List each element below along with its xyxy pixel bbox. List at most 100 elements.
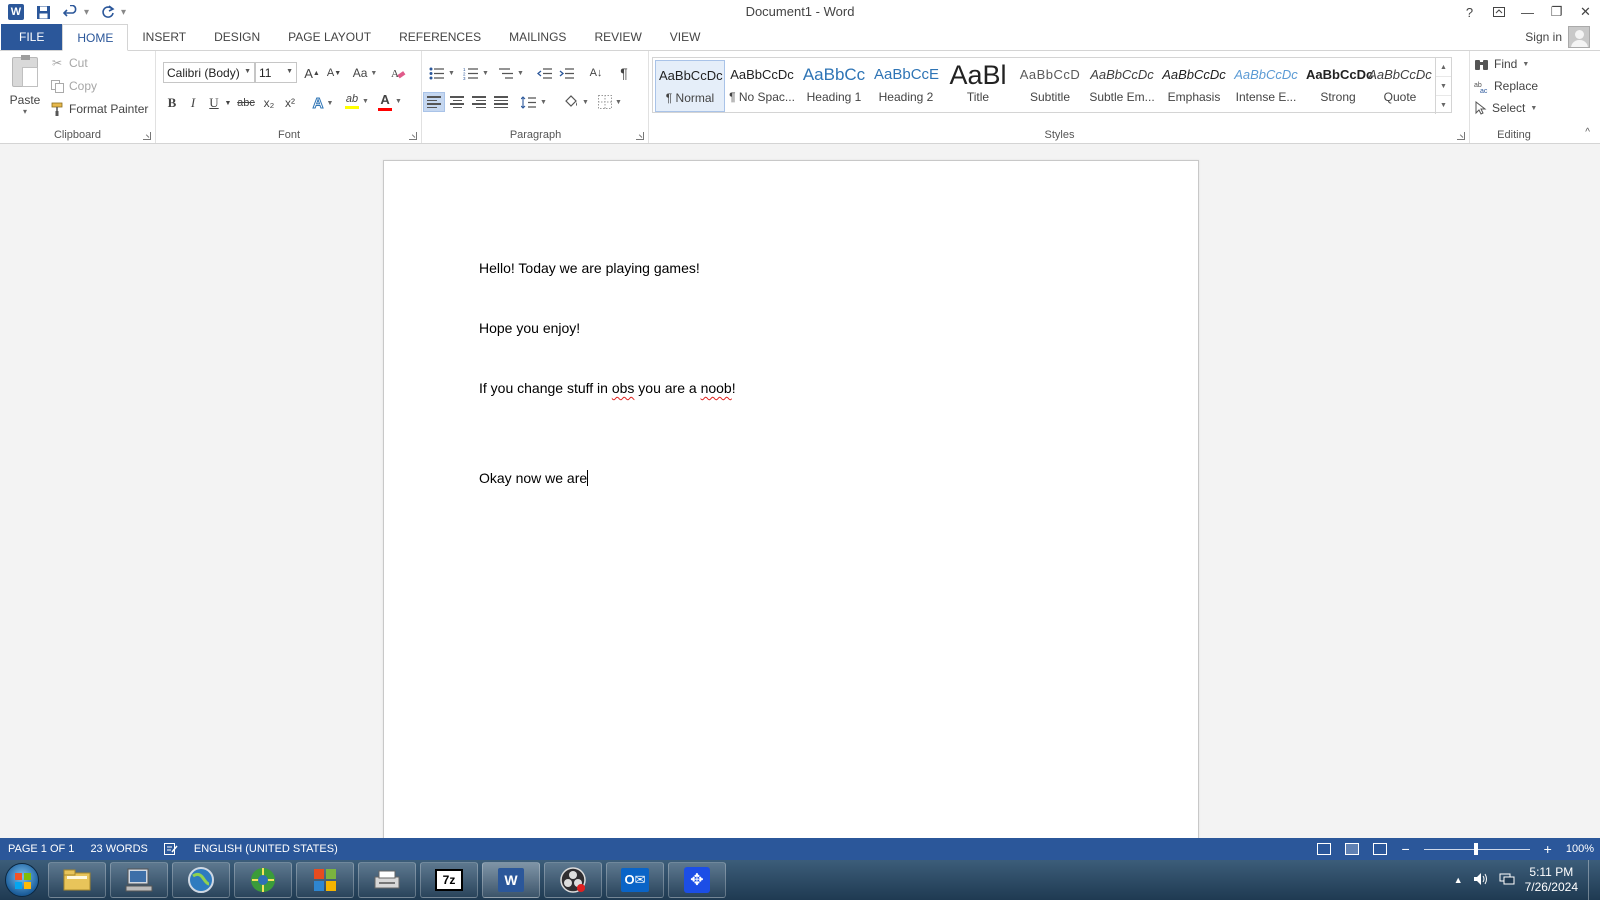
redo-icon[interactable] — [99, 3, 117, 21]
sign-in-link[interactable]: Sign in — [1525, 30, 1562, 44]
paste-button[interactable]: Paste ▾ — [6, 55, 44, 119]
text-effects-button[interactable]: A ▼ — [309, 93, 337, 113]
document-paragraph[interactable]: Hope you enjoy! — [479, 320, 580, 336]
misspelled-word[interactable]: noob — [701, 380, 732, 396]
zoom-level[interactable]: 100% — [1566, 843, 1594, 855]
misspelled-word[interactable]: obs — [612, 380, 635, 396]
style-quote[interactable]: AaBbCcDc Quote — [1365, 60, 1435, 112]
network-icon[interactable] — [1499, 872, 1515, 889]
highlight-button[interactable]: ab ▼ — [341, 91, 373, 111]
align-left-button[interactable] — [423, 92, 445, 112]
style-strong[interactable]: AaBbCcDc Strong — [1303, 60, 1373, 112]
collapse-ribbon-icon[interactable]: ^ — [1585, 127, 1590, 138]
start-button[interactable] — [0, 860, 44, 900]
document-paragraph[interactable]: If you change stuff in obs you are a noo… — [479, 380, 736, 396]
close-button[interactable]: ✕ — [1571, 0, 1600, 24]
underline-button[interactable]: U — [205, 93, 223, 113]
taskbar-office[interactable] — [296, 862, 354, 898]
style-no-spacing[interactable]: AaBbCcDc ¶ No Spac... — [727, 60, 797, 112]
justify-button[interactable] — [491, 92, 511, 112]
sort-button[interactable]: A↓ — [585, 63, 607, 83]
tab-home[interactable]: HOME — [62, 24, 129, 51]
word-count[interactable]: 23 WORDS — [82, 838, 155, 860]
minimize-button[interactable]: — — [1513, 0, 1542, 24]
superscript-button[interactable]: x² — [281, 93, 299, 113]
web-layout-icon[interactable] — [1373, 843, 1388, 855]
subscript-button[interactable]: x₂ — [260, 93, 278, 113]
tab-review[interactable]: REVIEW — [580, 24, 655, 50]
format-painter-button[interactable]: Format Painter — [50, 102, 148, 116]
style-emphasis[interactable]: AaBbCcDc Emphasis — [1159, 60, 1229, 112]
style-subtitle[interactable]: AaBbCcD Subtitle — [1015, 60, 1085, 112]
gallery-down-icon[interactable]: ▼ — [1436, 77, 1451, 96]
line-spacing-button[interactable]: ▼ — [519, 92, 549, 112]
cut-button[interactable]: ✂ Cut — [50, 56, 88, 70]
taskbar-7zip[interactable]: 7z — [420, 862, 478, 898]
read-mode-icon[interactable] — [1317, 843, 1332, 855]
bullets-button[interactable]: ▼ — [427, 63, 457, 83]
shrink-font-button[interactable]: A ▼ — [325, 63, 343, 83]
font-dialog-launcher[interactable] — [409, 132, 417, 140]
taskbar-browser[interactable] — [234, 862, 292, 898]
style-subtle-emphasis[interactable]: AaBbCcDc Subtle Em... — [1087, 60, 1157, 112]
underline-dropdown-icon[interactable]: ▼ — [223, 93, 233, 113]
word-app-icon[interactable]: W — [8, 4, 24, 20]
tab-design[interactable]: DESIGN — [200, 24, 274, 50]
italic-button[interactable]: I — [184, 93, 202, 113]
style-normal[interactable]: AaBbCcDc ¶ Normal — [655, 60, 725, 112]
document-page[interactable]: Hello! Today we are playing games! Hope … — [383, 160, 1199, 838]
show-desktop-button[interactable] — [1588, 860, 1600, 900]
font-name-combo[interactable]: Calibri (Body) ▼ — [163, 62, 255, 83]
customize-qat-icon[interactable]: ▾ — [121, 7, 126, 18]
align-right-button[interactable] — [469, 92, 489, 112]
zoom-slider-thumb[interactable] — [1473, 842, 1478, 855]
find-button[interactable]: Find ▼ — [1474, 57, 1529, 71]
help-button[interactable]: ? — [1455, 0, 1484, 24]
numbering-button[interactable]: 1 2 3 ▼ — [461, 63, 491, 83]
borders-button[interactable]: ▼ — [595, 92, 625, 112]
document-paragraph[interactable]: Okay now we are — [479, 470, 589, 486]
zoom-in-button[interactable]: + — [1544, 841, 1552, 857]
tab-page-layout[interactable]: PAGE LAYOUT — [274, 24, 385, 50]
replace-button[interactable]: ab ac Replace — [1474, 79, 1538, 93]
undo-dropdown-icon[interactable]: ▾ — [84, 7, 89, 18]
tab-view[interactable]: VIEW — [656, 24, 715, 50]
gallery-more-icon[interactable]: ▼ — [1436, 96, 1451, 114]
taskbar-outlook[interactable]: O✉ — [606, 862, 664, 898]
font-color-button[interactable]: A ▼ — [375, 91, 405, 111]
tab-references[interactable]: REFERENCES — [385, 24, 495, 50]
volume-icon[interactable] — [1473, 872, 1489, 889]
change-case-button[interactable]: Aa ▼ — [351, 63, 379, 83]
undo-icon[interactable] — [62, 3, 80, 21]
print-layout-icon[interactable] — [1345, 843, 1360, 855]
decrease-indent-button[interactable] — [535, 63, 555, 83]
gallery-up-icon[interactable]: ▲ — [1436, 58, 1451, 77]
zoom-slider[interactable] — [1423, 842, 1530, 855]
increase-indent-button[interactable] — [557, 63, 577, 83]
style-heading-2[interactable]: AaBbCcE Heading 2 — [871, 60, 941, 112]
taskbar-app[interactable]: ✥ — [668, 862, 726, 898]
restore-button[interactable]: ❐ — [1542, 0, 1571, 24]
ribbon-display-options-button[interactable] — [1484, 0, 1513, 24]
paragraph-dialog-launcher[interactable] — [636, 132, 644, 140]
multilevel-list-button[interactable]: ▼ — [495, 63, 527, 83]
style-title[interactable]: AaBl Title — [943, 60, 1013, 112]
proofing-icon[interactable] — [156, 838, 186, 860]
zoom-out-button[interactable]: − — [1401, 841, 1409, 857]
tab-insert[interactable]: INSERT — [128, 24, 200, 50]
styles-dialog-launcher[interactable] — [1457, 132, 1465, 140]
align-center-button[interactable] — [447, 92, 467, 112]
tray-expand-icon[interactable]: ▲ — [1454, 875, 1463, 885]
grow-font-button[interactable]: A ▲ — [303, 63, 321, 83]
style-intense-emphasis[interactable]: AaBbCcDc Intense E... — [1231, 60, 1301, 112]
clipboard-dialog-launcher[interactable] — [143, 132, 151, 140]
shading-button[interactable]: ▼ — [561, 92, 591, 112]
taskbar-obs[interactable] — [544, 862, 602, 898]
font-size-combo[interactable]: 11 ▼ — [255, 62, 297, 83]
document-paragraph[interactable]: Hello! Today we are playing games! — [479, 260, 700, 276]
select-button[interactable]: Select ▼ — [1474, 101, 1537, 115]
avatar[interactable] — [1568, 26, 1590, 48]
taskbar-word[interactable]: W — [482, 862, 540, 898]
page-count[interactable]: PAGE 1 OF 1 — [0, 838, 82, 860]
copy-button[interactable]: Copy — [50, 79, 97, 93]
